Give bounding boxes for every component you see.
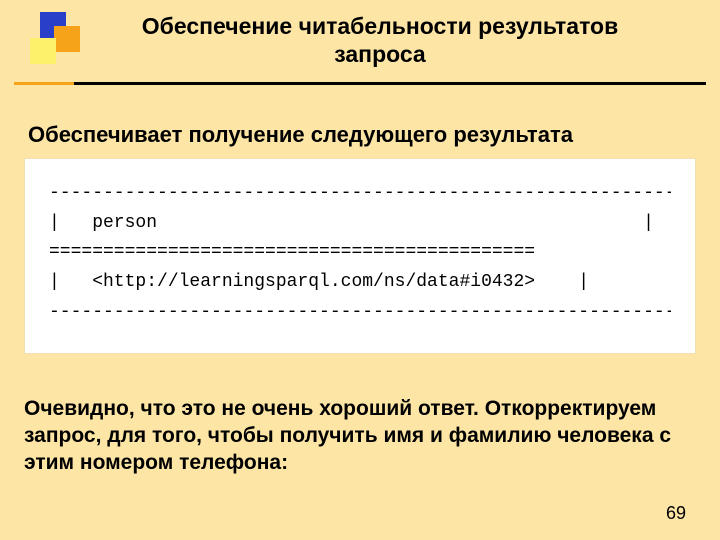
result-separator: ========================================…	[49, 238, 671, 268]
title-underline-accent	[14, 82, 74, 85]
logo-square-yellow	[30, 38, 56, 64]
result-data-row: | <http://learningsparql.com/ns/data#i04…	[49, 268, 671, 298]
result-border-bottom: ----------------------------------------…	[49, 298, 671, 328]
query-result-box: ----------------------------------------…	[24, 158, 696, 354]
result-header-row: | person |	[49, 209, 671, 239]
page-number: 69	[666, 503, 686, 524]
slide-title: Обеспечение читабельности результатов за…	[0, 4, 720, 69]
result-border-top: ----------------------------------------…	[49, 179, 671, 209]
explanation-text: Очевидно, что это не очень хороший ответ…	[24, 396, 696, 477]
header: Обеспечение читабельности результатов за…	[0, 0, 720, 100]
slide: Обеспечение читабельности результатов за…	[0, 0, 720, 540]
logo-icon	[20, 12, 68, 60]
lead-text: Обеспечивает получение следующего резуль…	[28, 122, 702, 148]
logo-square-orange	[54, 26, 80, 52]
title-underline	[14, 82, 706, 85]
